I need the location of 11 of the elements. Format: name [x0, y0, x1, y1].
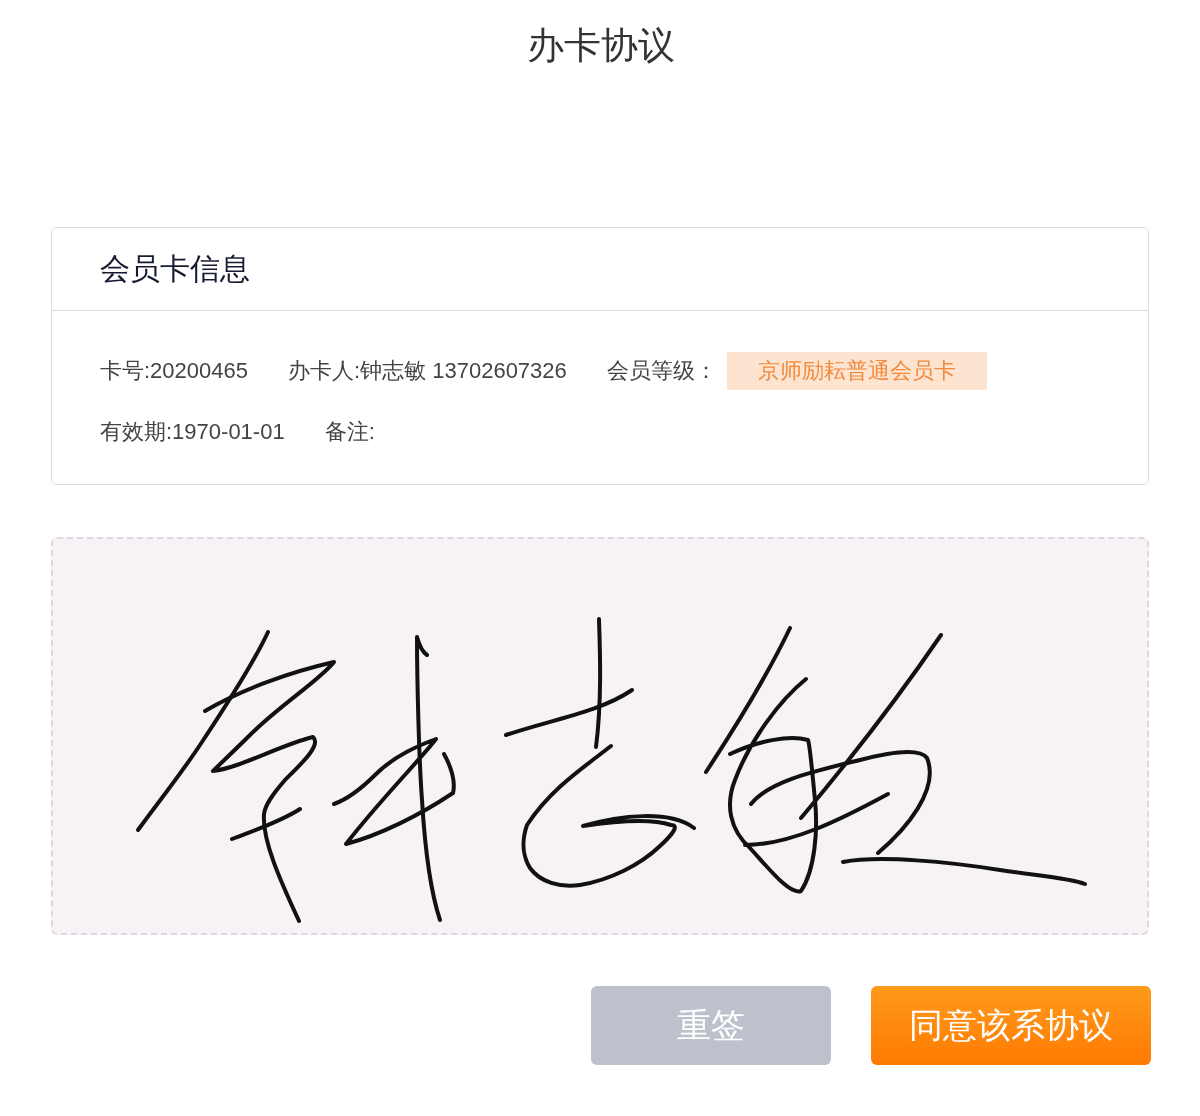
page-title: 办卡协议	[526, 24, 675, 68]
info-text: 办卡人:钟志敏 13702607326	[288, 357, 567, 385]
info-text: 有效期:1970-01-01	[100, 418, 285, 446]
card-title: 会员卡信息	[100, 250, 250, 287]
signature-pad[interactable]	[51, 537, 1149, 935]
re-sign-button[interactable]: 重签	[591, 986, 831, 1065]
member-level-badge: 京师励耘普通会员卡	[726, 352, 987, 390]
info-text: 会员等级：	[606, 357, 717, 385]
info-text: 卡号:20200465	[100, 357, 248, 385]
info-text: 备注:	[324, 418, 375, 446]
agree-button[interactable]: 同意该系协议	[871, 986, 1151, 1065]
